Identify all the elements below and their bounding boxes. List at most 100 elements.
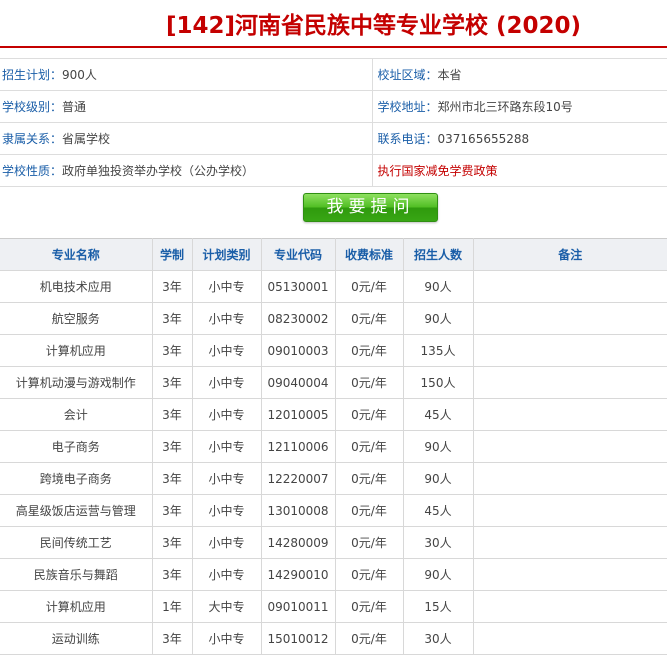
- info-value: 政府单独投资举办学校（公办学校）: [62, 164, 255, 178]
- info-key: 联系电话：: [377, 132, 438, 146]
- tuition-policy-note: 执行国家减免学费政策: [377, 164, 498, 178]
- major-name-cell: 电子商务: [0, 430, 153, 463]
- table-row: 跨境电子商务 3年 小中专 12220007 0元/年 90人: [0, 462, 667, 495]
- fee-cell: 0元/年: [334, 622, 404, 655]
- info-cell-policy: 执行国家减免学费政策: [372, 154, 667, 187]
- note-cell: [472, 462, 667, 495]
- table-row: 电子商务 3年 小中专 12110006 0元/年 90人: [0, 430, 667, 463]
- plan-type-cell: 小中专: [191, 398, 262, 431]
- fee-cell: 0元/年: [334, 430, 404, 463]
- note-cell: [472, 590, 667, 623]
- info-value: 普通: [62, 100, 87, 114]
- info-row: 学校性质：政府单独投资举办学校（公办学校） 执行国家减免学费政策: [0, 154, 667, 187]
- enroll-cell: 45人: [402, 398, 474, 431]
- enroll-cell: 90人: [402, 558, 474, 591]
- plan-type-cell: 大中专: [191, 590, 262, 623]
- major-name-cell: 高星级饭店运营与管理: [0, 494, 153, 527]
- fee-cell: 0元/年: [334, 590, 404, 623]
- info-key: 校址区域：: [377, 68, 438, 82]
- page-title: [142]河南省民族中等专业学校 (2020): [165, 13, 582, 39]
- info-key: 学校地址：: [377, 100, 438, 114]
- enroll-cell: 90人: [402, 270, 474, 303]
- table-row: 民族音乐与舞蹈 3年 小中专 14290010 0元/年 90人: [0, 558, 667, 591]
- majors-table: 专业名称 学制 计划类别 专业代码 收费标准 招生人数 备注 机电技术应用 3年小…: [0, 238, 667, 655]
- major-name-cell: 跨境电子商务: [0, 462, 153, 495]
- enroll-cell: 30人: [402, 622, 474, 655]
- col-header-years: 学制: [151, 238, 193, 271]
- table-row: 会计 3年 小中专 12010005 0元/年 45人: [0, 398, 667, 431]
- major-code-cell: 14290010: [260, 558, 336, 591]
- major-name-cell: 运动训练: [0, 622, 153, 655]
- table-row: 运动训练 3年 小中专 15010012 0元/年 30人: [0, 622, 667, 655]
- note-cell: [472, 302, 667, 335]
- fee-cell: 0元/年: [334, 462, 404, 495]
- title-divider: [0, 46, 667, 48]
- info-cell-nature: 学校性质：政府单独投资举办学校（公办学校）: [0, 154, 373, 187]
- enroll-cell: 90人: [402, 462, 474, 495]
- note-cell: [472, 270, 667, 303]
- enroll-cell: 150人: [402, 366, 474, 399]
- info-row: 学校级别：普通 学校地址：郑州市北三环路东段10号: [0, 90, 667, 123]
- fee-cell: 0元/年: [334, 270, 404, 303]
- enroll-cell: 30人: [402, 526, 474, 559]
- years-cell: 3年: [151, 302, 193, 335]
- table-row: 计算机动漫与游戏制作 3年 小中专 09040004 0元/年 150人: [0, 366, 667, 399]
- enroll-cell: 45人: [402, 494, 474, 527]
- col-header-enroll: 招生人数: [402, 238, 474, 271]
- years-cell: 3年: [151, 398, 193, 431]
- note-cell: [472, 622, 667, 655]
- major-code-cell: 08230002: [260, 302, 336, 335]
- enroll-cell: 15人: [402, 590, 474, 623]
- info-cell-level: 学校级别：普通: [0, 90, 373, 123]
- major-name-cell: 民族音乐与舞蹈: [0, 558, 153, 591]
- fee-cell: 0元/年: [334, 398, 404, 431]
- table-row: 计算机应用 1年 大中专 09010011 0元/年 15人: [0, 590, 667, 623]
- plan-type-cell: 小中专: [191, 462, 262, 495]
- note-cell: [472, 494, 667, 527]
- col-header-fee: 收费标准: [334, 238, 404, 271]
- years-cell: 3年: [151, 558, 193, 591]
- table-row: 航空服务 3年 小中专 08230002 0元/年 90人: [0, 302, 667, 335]
- majors-table-body: 机电技术应用 3年 小中专 05130001 0元/年 90人 航空服务 3年 小中专 08230…: [0, 270, 667, 655]
- table-row: 民间传统工艺 3年 小中专 14280009 0元/年 30人: [0, 526, 667, 559]
- major-name-cell: 计算机动漫与游戏制作: [0, 366, 153, 399]
- info-value: 本省: [437, 68, 462, 82]
- years-cell: 3年: [151, 526, 193, 559]
- col-header-plan-type: 计划类别: [191, 238, 262, 271]
- fee-cell: 0元/年: [334, 526, 404, 559]
- ask-button-row: 我要提问: [0, 186, 667, 236]
- enroll-cell: 90人: [402, 302, 474, 335]
- major-code-cell: 09010003: [260, 334, 336, 367]
- major-code-cell: 13010008: [260, 494, 336, 527]
- major-code-cell: 12220007: [260, 462, 336, 495]
- years-cell: 3年: [151, 430, 193, 463]
- note-cell: [472, 366, 667, 399]
- fee-cell: 0元/年: [334, 558, 404, 591]
- info-value: 省属学校: [62, 132, 111, 146]
- col-header-major-name: 专业名称: [0, 238, 153, 271]
- ask-question-button[interactable]: 我要提问: [303, 193, 438, 222]
- fee-cell: 0元/年: [334, 334, 404, 367]
- major-code-cell: 12010005: [260, 398, 336, 431]
- info-cell-address: 学校地址：郑州市北三环路东段10号: [372, 90, 667, 123]
- plan-type-cell: 小中专: [191, 622, 262, 655]
- col-header-note: 备注: [472, 238, 667, 271]
- plan-type-cell: 小中专: [191, 430, 262, 463]
- info-key: 学校性质：: [2, 164, 63, 178]
- table-row: 高星级饭店运营与管理 3年 小中专 13010008 0元/年 45人: [0, 494, 667, 527]
- table-row: 计算机应用 3年 小中专 09010003 0元/年 135人: [0, 334, 667, 367]
- fee-cell: 0元/年: [334, 302, 404, 335]
- years-cell: 3年: [151, 270, 193, 303]
- plan-type-cell: 小中专: [191, 526, 262, 559]
- school-info-table: 招生计划：900人 校址区域：本省 学校级别：普通 学校地址：郑州市北三环路东段…: [0, 58, 667, 187]
- info-value: 郑州市北三环路东段10号: [437, 100, 573, 114]
- major-code-cell: 09040004: [260, 366, 336, 399]
- table-row: 机电技术应用 3年 小中专 05130001 0元/年 90人: [0, 270, 667, 303]
- note-cell: [472, 526, 667, 559]
- enroll-cell: 90人: [402, 430, 474, 463]
- plan-type-cell: 小中专: [191, 494, 262, 527]
- note-cell: [472, 334, 667, 367]
- info-value: 037165655288: [437, 132, 530, 146]
- major-code-cell: 12110006: [260, 430, 336, 463]
- major-name-cell: 机电技术应用: [0, 270, 153, 303]
